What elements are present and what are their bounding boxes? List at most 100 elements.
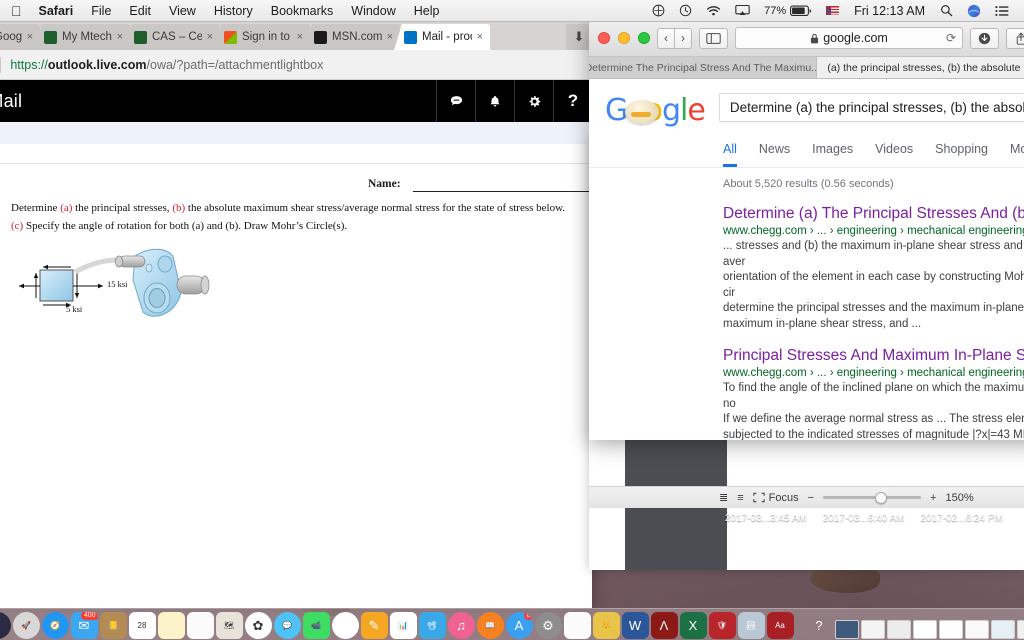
sidebar-icon[interactable]: [699, 27, 728, 49]
tab-more[interactable]: More: [1010, 142, 1024, 167]
dock-item-excel[interactable]: X: [679, 612, 707, 639]
dock-item-itunes[interactable]: ♫: [447, 612, 475, 639]
dock-item-word[interactable]: W: [621, 612, 649, 639]
menu-bar-clock[interactable]: Fri 12:13 AM: [846, 4, 933, 18]
menu-edit[interactable]: Edit: [120, 0, 160, 22]
tab-shopping[interactable]: Shopping: [935, 142, 988, 167]
menu-file[interactable]: File: [82, 0, 120, 22]
dock-item-minimized-window-4[interactable]: [912, 620, 937, 639]
text-view-icon[interactable]: ≡: [737, 492, 743, 504]
dock-item-pages[interactable]: ✎: [360, 612, 388, 639]
dock-item-contacts[interactable]: 📒: [99, 612, 127, 639]
dock-item-chrome[interactable]: [331, 612, 359, 639]
share-icon[interactable]: [1006, 27, 1024, 49]
dock-item-system-preferences[interactable]: ⚙: [534, 612, 562, 639]
dock-item-app-store[interactable]: A8: [505, 612, 533, 639]
tab-videos[interactable]: Videos: [875, 142, 913, 167]
dock-item-minimized-window-5[interactable]: [938, 620, 963, 639]
chrome-browser-window[interactable]: r - Goog × My Mtech × CAS – Centra × Sig…: [0, 22, 592, 608]
dock-item-minimized-window-8[interactable]: [1016, 620, 1024, 639]
dock-item-launchpad[interactable]: 🚀: [12, 612, 40, 639]
close-icon[interactable]: ×: [297, 31, 303, 43]
zoom-slider[interactable]: [823, 491, 922, 504]
dock-item-minimized-window-7[interactable]: [990, 620, 1015, 639]
time-machine-icon[interactable]: [672, 4, 699, 17]
chrome-tab-active[interactable]: Mail - procto ×: [394, 24, 490, 50]
tab-images[interactable]: Images: [812, 142, 853, 167]
tab-all[interactable]: All: [723, 142, 737, 167]
safari-browser-window[interactable]: ‹ › google.com ⟳ Determine The Principal…: [589, 20, 1024, 440]
focus-control[interactable]: Focus: [752, 492, 799, 504]
tab-news[interactable]: News: [759, 142, 790, 167]
zoom-in-button[interactable]: +: [930, 492, 936, 504]
dock-item-crown-app[interactable]: 👑: [592, 612, 620, 639]
dock-item-minimized-window-1[interactable]: [834, 620, 859, 639]
close-icon[interactable]: ×: [387, 31, 393, 43]
dock-item-ibooks[interactable]: 📖: [476, 612, 504, 639]
gear-icon[interactable]: [514, 80, 553, 122]
result-title[interactable]: Principal Stresses And Maximum In-Plane …: [723, 346, 1024, 365]
menu-view[interactable]: View: [160, 0, 205, 22]
dock-item-dictionary[interactable]: Aa: [766, 612, 794, 639]
result-title[interactable]: Determine (a) The Principal Stresses And…: [723, 204, 1024, 223]
zoom-out-button[interactable]: −: [808, 492, 814, 504]
apple-menu-icon[interactable]: : [9, 0, 30, 22]
spotlight-search-icon[interactable]: [933, 4, 960, 17]
vpn-icon[interactable]: [645, 4, 672, 17]
dock-item-photos[interactable]: ✿: [244, 612, 272, 639]
list-view-icon[interactable]: ≣: [719, 491, 728, 504]
forward-button[interactable]: ›: [675, 27, 692, 49]
siri-icon[interactable]: [960, 4, 988, 18]
safari-address-bar[interactable]: google.com ⟳: [735, 27, 963, 49]
dock-item-antivirus[interactable]: 🛡: [708, 612, 736, 639]
notification-center-icon[interactable]: [988, 5, 1016, 17]
dock-item-minimized-window-6[interactable]: [964, 620, 989, 639]
dock-item-calendar[interactable]: 28: [128, 612, 156, 639]
dock-item-image-capture[interactable]: 🏞: [737, 612, 765, 639]
help-icon[interactable]: ?: [553, 80, 592, 122]
minimize-window-button[interactable]: [618, 32, 630, 44]
menu-history[interactable]: History: [205, 0, 262, 22]
zoom-slider-knob[interactable]: [875, 491, 888, 504]
close-window-button[interactable]: [598, 32, 610, 44]
chrome-omnibox[interactable]: ure https://outlook.live.com/owa/?path=/…: [0, 50, 592, 80]
menu-bookmarks[interactable]: Bookmarks: [262, 0, 343, 22]
maximize-window-button[interactable]: [638, 32, 650, 44]
dock-item-reminders[interactable]: [186, 612, 214, 639]
close-icon[interactable]: ×: [117, 31, 123, 43]
dock-item-notes[interactable]: [157, 612, 185, 639]
downloads-icon[interactable]: [970, 27, 999, 49]
dock-item-downloads-stack[interactable]: ?: [806, 612, 833, 639]
chrome-tab[interactable]: Sign in to you ×: [214, 24, 310, 50]
safari-tab-active[interactable]: (a) the principal stresses, (b) the abso…: [816, 57, 1024, 78]
google-logo[interactable]: Google: [605, 93, 706, 128]
dock-item-facetime[interactable]: 📹: [302, 612, 330, 639]
dock-item-textedit[interactable]: [563, 612, 591, 639]
safari-tab[interactable]: Determine The Principal Stress And The M…: [589, 57, 817, 78]
chat-icon[interactable]: [436, 80, 475, 122]
close-icon[interactable]: ×: [207, 31, 213, 43]
dock-item-safari[interactable]: 🧭: [41, 612, 69, 639]
close-icon[interactable]: ×: [477, 31, 483, 43]
google-doodle-icon[interactable]: [625, 100, 659, 124]
google-search-input[interactable]: Determine (a) the principal stresses, (b…: [718, 93, 1024, 122]
battery-status[interactable]: 77%: [757, 0, 819, 22]
chrome-tab[interactable]: CAS – Centra ×: [124, 24, 220, 50]
chrome-tab[interactable]: r - Goog ×: [0, 24, 40, 50]
wifi-icon[interactable]: [699, 4, 728, 17]
close-icon[interactable]: ×: [27, 31, 33, 43]
menu-help[interactable]: Help: [405, 0, 449, 22]
menu-safari[interactable]: Safari: [30, 0, 83, 22]
menu-window[interactable]: Window: [342, 0, 404, 22]
reload-icon[interactable]: ⟳: [946, 31, 956, 45]
dock-item-acrobat[interactable]: Λ: [650, 612, 678, 639]
dock-item-siri[interactable]: [0, 612, 11, 639]
dock-item-minimized-window-3[interactable]: [886, 620, 911, 639]
dock-item-keynote[interactable]: 📽: [418, 612, 446, 639]
flag-icon[interactable]: [819, 6, 846, 15]
airplay-icon[interactable]: [728, 4, 757, 17]
dock-item-numbers[interactable]: 📊: [389, 612, 417, 639]
dock-item-messages[interactable]: 💬: [273, 612, 301, 639]
bell-icon[interactable]: [475, 80, 514, 122]
chrome-tab[interactable]: My Mtech ×: [34, 24, 130, 50]
